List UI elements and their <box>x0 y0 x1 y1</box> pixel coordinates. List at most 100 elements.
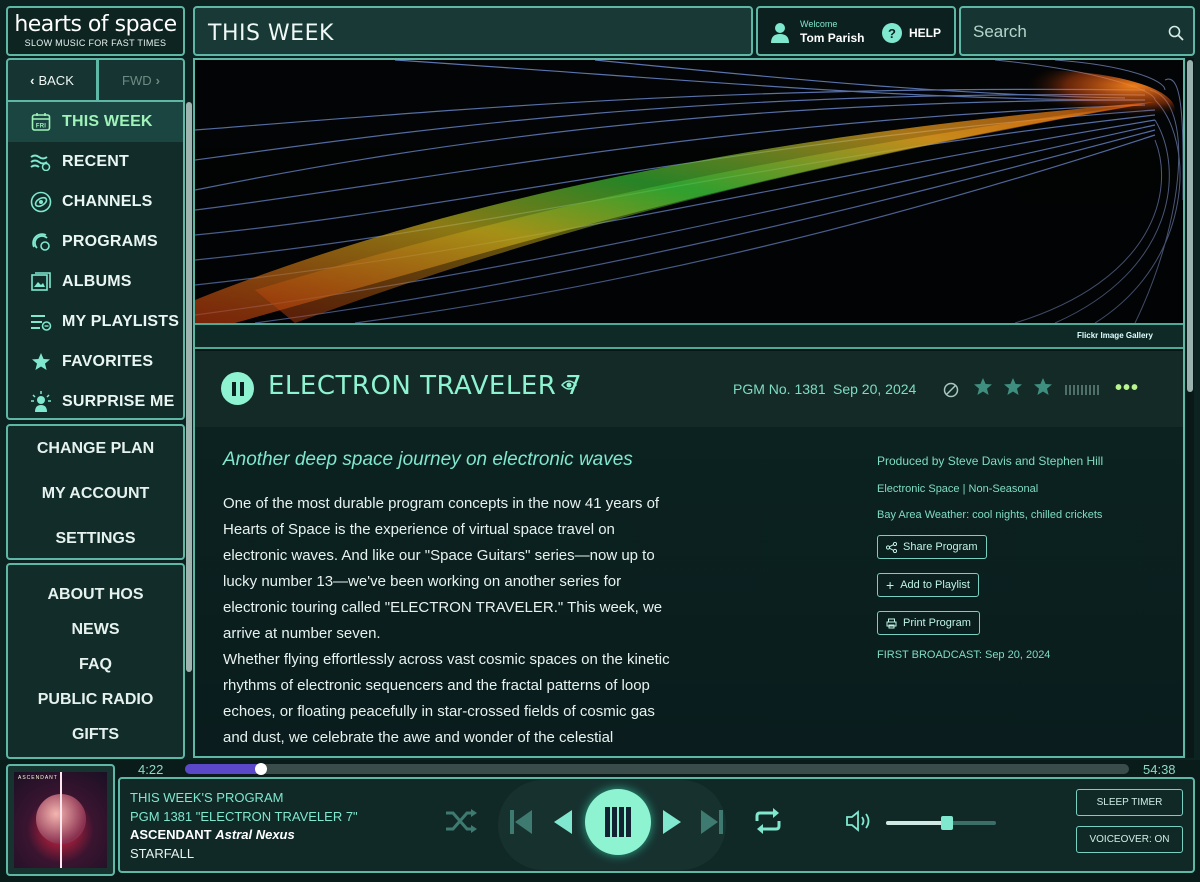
chevron-right-icon: › <box>155 72 160 88</box>
sidebar-item-label: THIS WEEK <box>62 113 153 130</box>
fast-forward-icon[interactable] <box>662 809 682 835</box>
sidebar-item-label: PROGRAMS <box>62 233 158 250</box>
sidebar-scroll-thumb[interactable] <box>186 102 192 672</box>
help-button[interactable]: ? HELP <box>882 23 941 43</box>
album-cover-text: ASCENDANT <box>18 775 58 781</box>
main-scroll-thumb[interactable] <box>1187 60 1193 392</box>
public-radio-link[interactable]: PUBLIC RADIO <box>8 682 183 717</box>
pause-icon <box>231 381 244 396</box>
user-icon[interactable] <box>770 22 790 44</box>
block-icon[interactable] <box>943 382 959 398</box>
print-label: Print Program <box>903 617 971 629</box>
play-pause-button[interactable] <box>585 789 651 855</box>
sidebar-item-programs[interactable]: PROGRAMS <box>8 222 183 262</box>
forward-label: FWD <box>122 72 152 88</box>
volume-handle[interactable] <box>940 816 953 830</box>
gifts-link[interactable]: GIFTS <box>8 717 183 752</box>
star-icon <box>30 351 52 373</box>
sidebar-item-label: ALBUMS <box>62 273 132 290</box>
skip-previous-icon[interactable] <box>509 809 533 835</box>
back-button[interactable]: ‹ BACK <box>6 58 98 102</box>
sidebar-item-albums[interactable]: ALBUMS <box>8 262 183 302</box>
sidebar-nav: FRI THIS WEEK RECENT CHANNELS PROGRAMS A… <box>6 102 185 420</box>
share-label: Share Program <box>903 541 978 553</box>
add-to-playlist-button[interactable]: + Add to Playlist <box>877 573 979 597</box>
rewind-icon[interactable] <box>553 809 573 835</box>
chevron-left-icon: ‹ <box>30 72 35 88</box>
forward-button[interactable]: FWD › <box>97 58 185 102</box>
about-hos-link[interactable]: ABOUT HOS <box>8 577 183 612</box>
program-subtitle: Another deep space journey on electronic… <box>223 449 633 470</box>
main-scrollbar[interactable] <box>1186 58 1194 758</box>
pause-icon <box>605 807 631 837</box>
rating-star-icon[interactable] <box>1003 377 1023 402</box>
channels-icon <box>30 191 52 213</box>
sidebar-scrollbar[interactable] <box>186 102 192 672</box>
search-input[interactable] <box>973 20 1163 44</box>
program-body: Another deep space journey on electronic… <box>195 427 1183 756</box>
program-title: ELECTRON TRAVELER 7 <box>268 371 583 401</box>
rating-bars <box>1065 385 1099 395</box>
sleep-timer-button[interactable]: SLEEP TIMER <box>1076 789 1183 816</box>
search-icon[interactable] <box>1168 25 1184 41</box>
now-playing-album: Astral Nexus <box>215 827 295 842</box>
calendar-fri-icon: FRI <box>30 111 52 133</box>
brand-name: hearts of space <box>14 12 177 37</box>
logo[interactable]: hearts of space SLOW MUSIC FOR FAST TIME… <box>6 6 185 56</box>
album-cover-image: ASCENDANT <box>14 772 107 868</box>
volume-fill <box>886 821 947 825</box>
pause-button[interactable] <box>221 372 254 405</box>
sidebar-item-label: CHANNELS <box>62 193 153 210</box>
progress-handle[interactable] <box>254 763 267 775</box>
user-area: Welcome Tom Parish ? HELP <box>756 6 956 56</box>
sidebar-item-channels[interactable]: CHANNELS <box>8 182 183 222</box>
skip-next-icon[interactable] <box>700 809 724 835</box>
plus-icon: + <box>886 577 895 593</box>
surprise-icon <box>30 391 52 413</box>
sidebar-item-favorites[interactable]: FAVORITES <box>8 342 183 382</box>
program-weather: Bay Area Weather: cool nights, chilled c… <box>877 509 1103 521</box>
sidebar-item-this-week[interactable]: FRI THIS WEEK <box>8 102 183 142</box>
print-program-button[interactable]: Print Program <box>877 611 980 635</box>
user-name[interactable]: Tom Parish <box>800 31 864 45</box>
voiceover-button[interactable]: VOICEOVER: ON <box>1076 826 1183 853</box>
sidebar-item-my-playlists[interactable]: MY PLAYLISTS <box>8 302 183 342</box>
share-program-button[interactable]: Share Program <box>877 535 987 559</box>
image-credit-link[interactable]: Flickr Image Gallery <box>1077 331 1153 340</box>
my-account-link[interactable]: MY ACCOUNT <box>8 471 183 516</box>
sidebar-item-label: FAVORITES <box>62 353 154 370</box>
player-bar: 4:22 54:38 ASCENDANT THIS WEEK'S PROGRAM… <box>0 760 1200 882</box>
now-playing-line1: THIS WEEK'S PROGRAM <box>130 790 284 805</box>
news-link[interactable]: NEWS <box>8 612 183 647</box>
program-description-1: One of the most durable program concepts… <box>223 495 663 642</box>
help-label: HELP <box>909 26 942 40</box>
sidebar-item-recent[interactable]: RECENT <box>8 142 183 182</box>
sidebar-item-label: SURPRISE ME <box>62 393 175 410</box>
waves-icon <box>30 151 52 173</box>
album-art[interactable]: ASCENDANT <box>6 764 115 876</box>
sidebar-item-surprise-me[interactable]: SURPRISE ME <box>8 382 183 422</box>
change-plan-link[interactable]: CHANGE PLAN <box>8 426 183 471</box>
now-playing-track-info: ASCENDANT Astral Nexus <box>130 827 295 842</box>
rating-star-icon[interactable] <box>1033 377 1053 402</box>
elapsed-time: 4:22 <box>138 762 164 777</box>
progress-track[interactable] <box>185 763 1129 775</box>
about-menu: ABOUT HOS NEWS FAQ PUBLIC RADIO GIFTS <box>6 563 185 759</box>
volume-slider[interactable] <box>886 816 996 830</box>
shuffle-icon[interactable] <box>444 808 478 834</box>
eye-icon[interactable] <box>561 379 577 391</box>
rating-star-icon[interactable] <box>973 377 993 402</box>
program-genre: Electronic Space | Non-Seasonal <box>877 483 1039 495</box>
volume-icon[interactable] <box>846 810 874 832</box>
brand-tagline: SLOW MUSIC FOR FAST TIMES <box>24 38 167 48</box>
image-credit-bar: Flickr Image Gallery <box>195 323 1183 349</box>
settings-link[interactable]: SETTINGS <box>8 516 183 561</box>
program-header: ELECTRON TRAVELER 7 PGM No. 1381 Sep 20,… <box>195 351 1183 427</box>
page-title-bar: THIS WEEK <box>193 6 753 56</box>
more-options-icon[interactable]: ••• <box>1115 377 1139 400</box>
page-title: THIS WEEK <box>208 21 334 46</box>
faq-link[interactable]: FAQ <box>8 647 183 682</box>
print-icon <box>886 618 897 628</box>
star-rating[interactable] <box>973 377 1053 402</box>
repeat-icon[interactable] <box>754 808 782 834</box>
